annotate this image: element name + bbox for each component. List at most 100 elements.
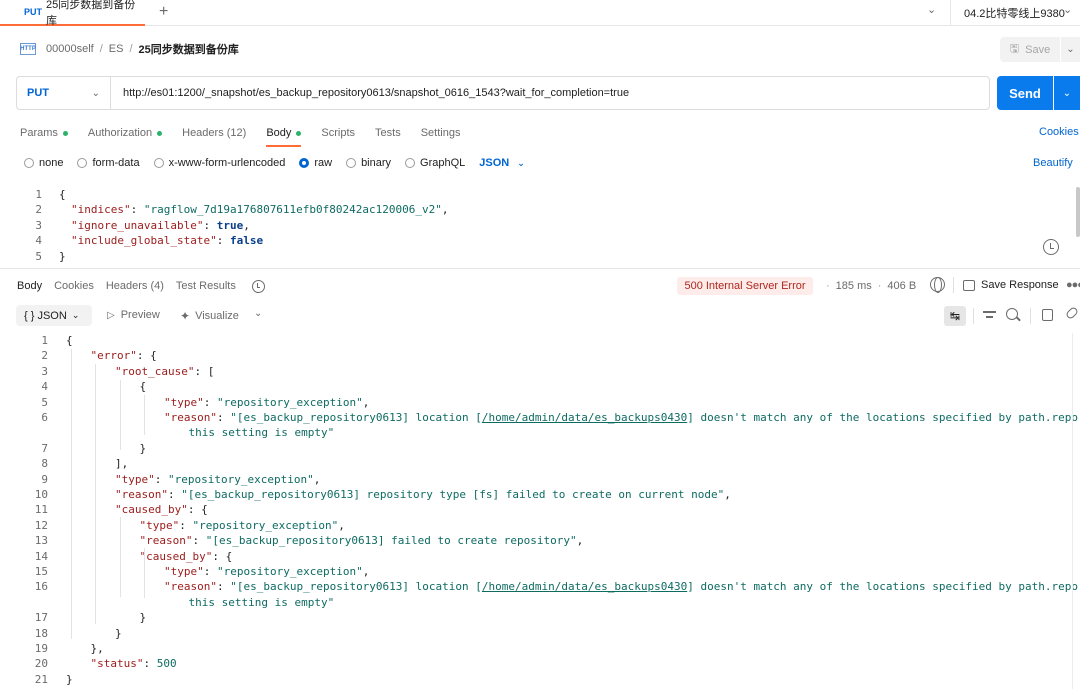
body-type-raw[interactable]: raw (299, 157, 332, 169)
active-dot-icon (157, 130, 163, 136)
body-type-label: x-www-form-urlencoded (168, 157, 286, 169)
tab-tests[interactable]: Tests (375, 124, 401, 142)
link-icon[interactable] (1064, 305, 1080, 321)
json-punctuation: : (203, 395, 217, 409)
indent-guide (95, 364, 96, 624)
wrap-lines-icon[interactable]: ↹ (944, 306, 966, 326)
json-key: "type" (115, 472, 155, 486)
status-badge[interactable]: 500 Internal Server Error (677, 277, 813, 295)
body-type-binary[interactable]: binary (346, 157, 391, 169)
visualize-chevron-down-icon[interactable]: ⌄ (254, 308, 262, 319)
json-key: "error" (90, 349, 137, 363)
meta-separator: · (877, 280, 882, 292)
body-format-select[interactable]: JSON ⌄ (479, 157, 525, 169)
code-text: "reason": "[es_backup_repository0613] lo… (164, 411, 1080, 424)
json-string: "repository_exception" (168, 472, 314, 486)
tab-headers-12[interactable]: Headers (12) (182, 124, 246, 142)
line-number: 12 (34, 518, 48, 532)
beautify-link[interactable]: Beautify (1033, 157, 1073, 169)
history-icon[interactable] (1043, 239, 1059, 255)
tab-method: PUT (24, 7, 42, 17)
search-icon[interactable] (1006, 308, 1018, 320)
request-tab-label: Authorization (87, 127, 153, 139)
response-history-icon[interactable] (251, 279, 265, 293)
json-path-link[interactable]: /home/admin/data/es_backups0430 (482, 411, 687, 424)
code-text: "status": 500 (91, 657, 177, 670)
save-response-button[interactable]: Save Response (963, 279, 1059, 291)
globe-icon[interactable] (930, 277, 945, 293)
response-format-value: JSON (37, 309, 67, 322)
tab-body[interactable]: Body (266, 124, 302, 147)
body-type-none[interactable]: none (24, 157, 63, 169)
save-options-chevron-icon[interactable]: ⌄ (1061, 37, 1080, 62)
response-body-viewer[interactable]: 1{2 "error": {3 "root_cause": [4{5 "type": … (0, 333, 1080, 689)
filter-icon[interactable] (983, 309, 996, 321)
visualize-button[interactable]: ✦ Visualize (180, 309, 239, 323)
request-editor-scrollbar[interactable] (1076, 187, 1080, 237)
tabs-chevron-down-icon[interactable]: ⌄ (927, 3, 936, 16)
json-punctuation: }, (90, 642, 104, 655)
breadcrumb-collection[interactable]: ES (109, 43, 124, 55)
line-number: 6 (41, 411, 48, 424)
json-key: "include_global_state" (71, 234, 217, 248)
response-scrollbar[interactable] (1072, 333, 1073, 689)
response-tab-cookies[interactable]: Cookies (54, 280, 94, 292)
request-tab-label: Headers (12) (182, 127, 247, 139)
radio-icon[interactable] (153, 158, 164, 168)
method-select[interactable]: PUT ⌄ (17, 77, 111, 109)
breadcrumb-workspace[interactable]: 00000self (46, 43, 94, 55)
response-tabs: Body Cookies Headers (4) Test Results (17, 278, 265, 294)
json-string: this setting is empty" (188, 426, 335, 440)
send-button[interactable]: Send (997, 76, 1053, 110)
response-format-select[interactable]: { } JSON ⌄ (16, 305, 92, 326)
tab-params[interactable]: Params (20, 124, 68, 142)
response-tab-test-results[interactable]: Test Results (176, 280, 236, 292)
line-number: 16 (34, 580, 48, 594)
json-key: "reason" (139, 534, 193, 548)
radio-icon[interactable] (405, 158, 416, 168)
tab-settings[interactable]: Settings (421, 124, 461, 142)
tab-title: 25同步数据到备份库 (46, 0, 136, 27)
copy-icon[interactable] (1042, 309, 1053, 321)
body-type-x-www-form-urlencoded[interactable]: x-www-form-urlencoded (153, 157, 286, 169)
line-number: 19 (34, 642, 48, 655)
json-string: ] doesn't match any of the locations spe… (687, 411, 1078, 424)
json-key: "caused_by" (115, 503, 188, 517)
line-number: 1 (41, 334, 48, 347)
request-body-editor[interactable]: 1{2 "indices": "ragflow_7d19a176807611efb… (0, 186, 1080, 266)
indent-guide (120, 380, 121, 450)
play-icon: ▷ (107, 309, 115, 321)
tab-authorization[interactable]: Authorization (87, 124, 163, 142)
body-type-form-data[interactable]: form-data (77, 157, 140, 169)
json-punctuation: } (115, 626, 122, 640)
radio-icon[interactable] (77, 158, 88, 168)
code-line: 5} (0, 250, 1080, 265)
preview-button[interactable]: ▷ Preview (107, 309, 160, 321)
response-time[interactable]: 185 ms (836, 280, 872, 292)
radio-icon[interactable] (24, 158, 34, 168)
more-options-icon[interactable]: ●●● (1066, 279, 1080, 291)
json-number: 500 (156, 657, 177, 671)
radio-icon[interactable] (346, 158, 357, 168)
radio-icon[interactable] (299, 158, 310, 168)
json-punctuation: } (139, 611, 147, 625)
json-string: "[es_backup_repository0613] location [ (230, 580, 482, 594)
environment-chevron-down-icon[interactable]: ⌄ (1063, 3, 1072, 16)
new-tab-plus-icon[interactable]: + (159, 3, 168, 21)
request-tab[interactable]: PUT 25同步数据到备份库 (0, 0, 145, 27)
breadcrumb-current[interactable]: 25同步数据到备份库 (139, 41, 239, 57)
json-key: "reason" (115, 488, 168, 501)
response-tab-body[interactable]: Body (17, 280, 42, 292)
code-text: "caused_by": { (140, 550, 233, 563)
save-button[interactable]: 🖫 Save (1000, 37, 1060, 62)
environment-selector[interactable]: 04.2比特零线上9380 (964, 5, 1065, 21)
tab-scripts[interactable]: Scripts (321, 124, 355, 142)
url-input[interactable] (111, 87, 981, 99)
body-type-graphql[interactable]: GraphQL (405, 157, 465, 169)
json-path-link[interactable]: /home/admin/data/es_backups0430 (482, 580, 687, 593)
pane-divider[interactable] (0, 268, 1080, 269)
response-size[interactable]: 406 B (887, 280, 916, 292)
cookies-link[interactable]: Cookies (1039, 126, 1079, 138)
response-tab-headers-4[interactable]: Headers (4) (106, 280, 164, 292)
send-options-chevron-icon[interactable]: ⌄ (1054, 76, 1080, 110)
